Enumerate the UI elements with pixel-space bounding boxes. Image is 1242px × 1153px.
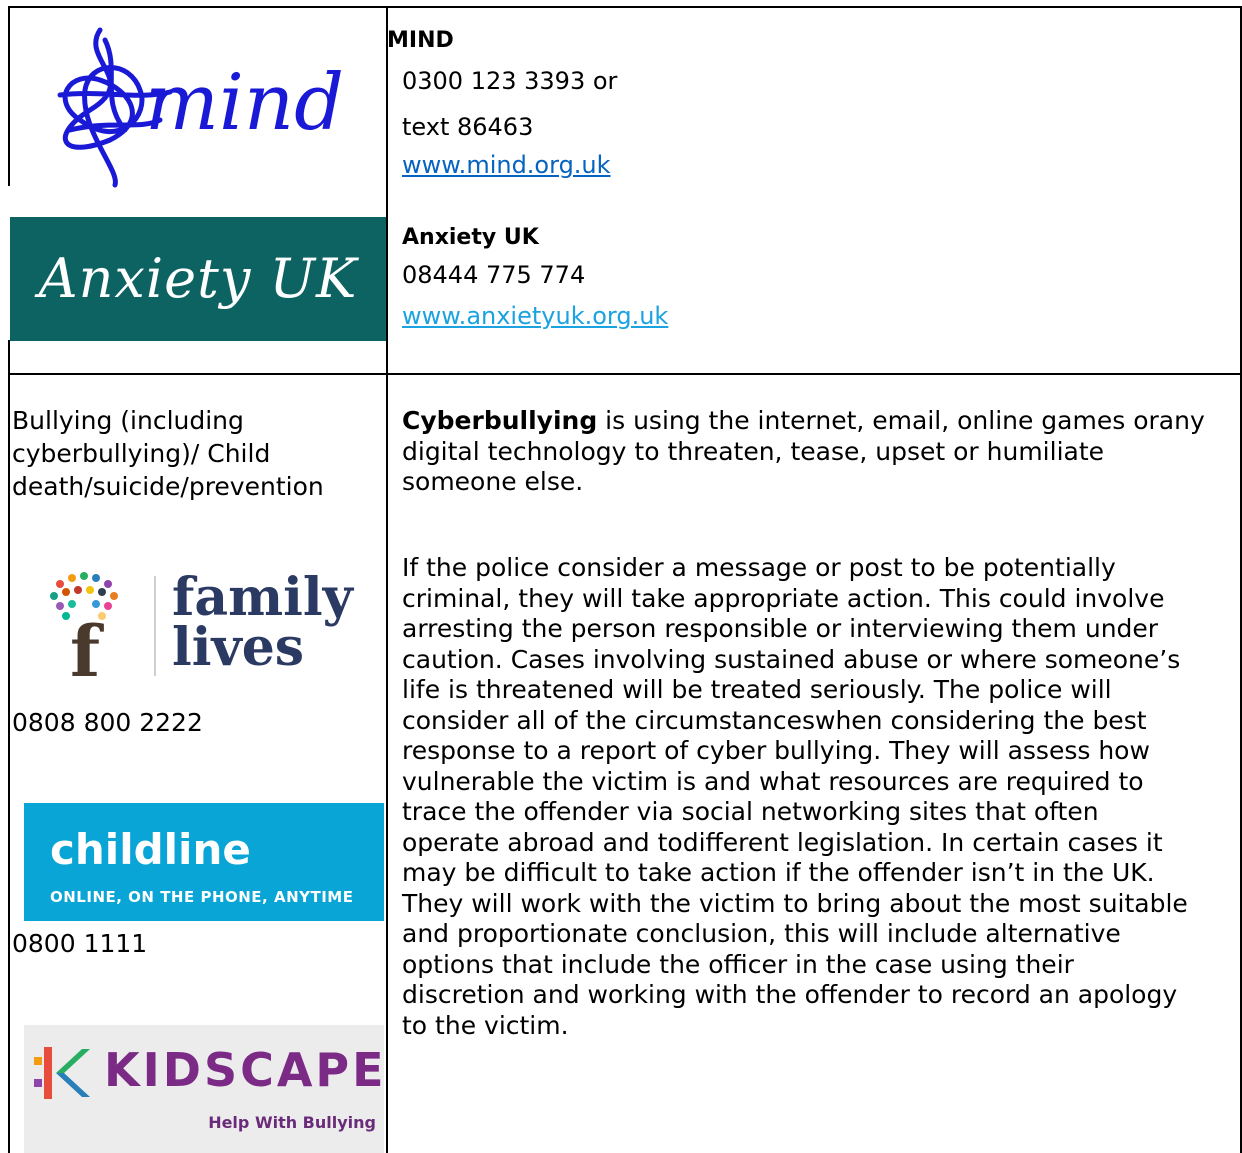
police-line: response to a report of cyber bullying. …: [402, 736, 1150, 765]
family-lives-phone: 0808 800 2222: [12, 708, 203, 737]
childline-tagline: ONLINE, ON THE PHONE, ANYTIME: [50, 888, 354, 906]
mind-text-number: text 86463: [402, 113, 534, 141]
police-paragraph: If the police consider a message or post…: [402, 553, 1188, 1041]
police-line: life is threatened will be treated serio…: [402, 675, 1112, 704]
kidscape-k-icon: [34, 1047, 90, 1099]
definition-rest-1: is using the internet, email, online gam…: [597, 406, 1205, 435]
cyberbullying-definition: Cyberbullying is using the internet, ema…: [402, 406, 1205, 498]
definition-line-3: someone else.: [402, 467, 584, 496]
svg-text:f: f: [70, 610, 104, 686]
anxiety-uk-phone: 08444 775 774: [402, 261, 586, 289]
topic-line-1: Bullying (including: [12, 406, 244, 435]
definition-line-1: Cyberbullying is using the internet, ema…: [402, 406, 1205, 437]
topic-line-3: death/suicide/prevention: [12, 472, 324, 501]
table-border-top: [8, 6, 1242, 8]
table-row-divider: [8, 373, 1242, 375]
kidscape-tagline: Help With Bullying: [208, 1113, 376, 1132]
police-line: criminal, they will take appropriate act…: [402, 583, 1165, 613]
anxiety-uk-website-link[interactable]: www.anxietyuk.org.uk: [402, 299, 668, 333]
police-line: consider all of the circumstanceswhen co…: [402, 705, 1147, 735]
mind-org-name: MIND: [387, 28, 454, 53]
police-line: options that include the officer in the …: [402, 949, 1074, 979]
topic-line-2: cyberbullying)/ Child: [12, 439, 271, 468]
police-line: arresting the person responsible or inte…: [402, 614, 1159, 643]
mind-logo-wordmark: mind: [145, 58, 345, 148]
kidscape-logo: KIDSCAPE Help With Bullying: [24, 1025, 384, 1153]
kidscape-wordmark: KIDSCAPE: [104, 1043, 387, 1097]
police-line: If the police consider a message or post…: [402, 553, 1116, 582]
family-lives-word-2: lives: [172, 617, 305, 678]
family-tree-icon: f: [50, 572, 118, 686]
table-border-left-upper: [8, 6, 10, 186]
mind-logo: mind: [30, 20, 370, 190]
anxiety-uk-org-name: Anxiety UK: [402, 225, 539, 250]
anxiety-uk-logo: Anxiety UK: [10, 217, 386, 341]
childline-logo: childline ONLINE, ON THE PHONE, ANYTIME: [24, 803, 384, 921]
table-border-middle: [386, 6, 388, 1153]
childline-wordmark: childline: [50, 825, 251, 874]
police-line: may be difficult to take action if the o…: [402, 858, 1155, 887]
police-line: to the victim.: [402, 1010, 569, 1040]
police-line: and proportionate conclusion, this will …: [402, 919, 1121, 948]
family-lives-logo: f family lives: [40, 566, 370, 686]
table-border-left-mid: [8, 340, 10, 375]
police-line: vulnerable the victim is and what resour…: [402, 766, 1144, 796]
definition-term: Cyberbullying: [402, 406, 598, 435]
document-page: mind MIND 0300 123 3393 or text 86463 ww…: [0, 0, 1242, 1153]
police-line: They will work with the victim to bring …: [402, 888, 1188, 918]
mind-phone: 0300 123 3393 or: [402, 67, 618, 95]
police-line: caution. Cases involving sustained abuse…: [402, 644, 1181, 674]
childline-phone: 0800 1111: [12, 929, 148, 958]
police-line: trace the offender via social networking…: [402, 797, 1099, 826]
definition-line-2: digital technology to threaten, tease, u…: [402, 436, 1105, 466]
police-line: discretion and working with the offender…: [402, 980, 1178, 1009]
family-lives-divider: [154, 576, 156, 676]
police-line: operate abroad and todifferent legislati…: [402, 827, 1163, 857]
mind-website-link[interactable]: www.mind.org.uk: [402, 148, 611, 182]
table-border-left-lower: [8, 375, 10, 1153]
